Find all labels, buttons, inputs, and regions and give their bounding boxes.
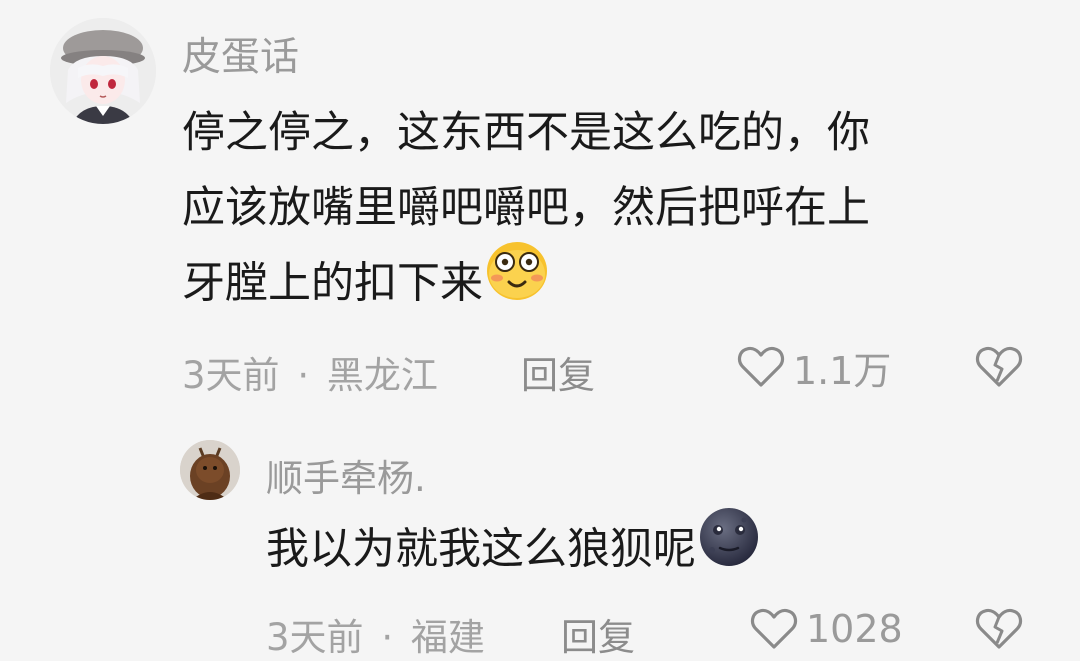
flushed-face-emoji-icon — [485, 240, 549, 326]
user-avatar[interactable] — [50, 18, 156, 124]
comment-text-line: 牙膛上的扣下来 — [182, 242, 1062, 326]
comment-text: 我以为就我这么狼狈呢 — [266, 508, 1046, 592]
meta-separator: · — [297, 354, 310, 397]
comment-meta: 3天前 · 黑龙江 — [182, 345, 438, 399]
comment-text-line: 我以为就我这么狼狈呢 — [266, 508, 1046, 592]
doll-avatar-image — [180, 440, 240, 500]
like-button[interactable]: 1028 — [750, 602, 903, 656]
new-moon-face-emoji-icon — [698, 506, 760, 592]
comment-location: 黑龙江 — [326, 354, 438, 397]
broken-heart-icon — [975, 346, 1023, 387]
username[interactable]: 皮蛋话 — [182, 26, 299, 82]
comment-time: 3天前 — [182, 354, 280, 397]
comment-meta: 3天前 · 福建 — [266, 607, 485, 661]
anime-avatar-image — [50, 18, 156, 124]
comment-text-segment: 我以为就我这么狼狈呢 — [266, 524, 696, 575]
comment-item: 皮蛋话 停之停之，这东西不是这么吃的，你 应该放嘴里嚼吧嚼吧，然后把呼在上 牙膛… — [0, 0, 1080, 400]
comment-location: 福建 — [410, 616, 485, 659]
like-count: 1.1万 — [793, 348, 892, 393]
user-avatar[interactable] — [180, 440, 240, 500]
username[interactable]: 顺手牵杨. — [266, 448, 426, 502]
reply-comment-item: 顺手牵杨. 我以为就我这么狼狈呢 3天前 · 福建 回复 1028 — [0, 400, 1080, 661]
reply-button[interactable]: 回复 — [561, 607, 635, 661]
meta-separator: · — [381, 616, 394, 659]
comment-time: 3天前 — [266, 616, 364, 659]
dislike-button[interactable] — [975, 607, 1023, 655]
comment-text-line: 应该放嘴里嚼吧嚼吧，然后把呼在上 — [182, 183, 870, 233]
reply-button[interactable]: 回复 — [521, 345, 595, 399]
comment-text-segment: 牙膛上的扣下来 — [182, 258, 483, 309]
heart-outline-icon — [737, 346, 785, 387]
heart-outline-icon — [750, 608, 798, 649]
dislike-button[interactable] — [975, 345, 1023, 393]
like-button[interactable]: 1.1万 — [737, 340, 891, 394]
comment-text: 停之停之，这东西不是这么吃的，你 应该放嘴里嚼吧嚼吧，然后把呼在上 牙膛上的扣下… — [182, 96, 1062, 326]
like-count: 1028 — [806, 607, 903, 651]
comment-text-line: 停之停之，这东西不是这么吃的，你 — [182, 108, 870, 158]
broken-heart-icon — [975, 608, 1023, 649]
